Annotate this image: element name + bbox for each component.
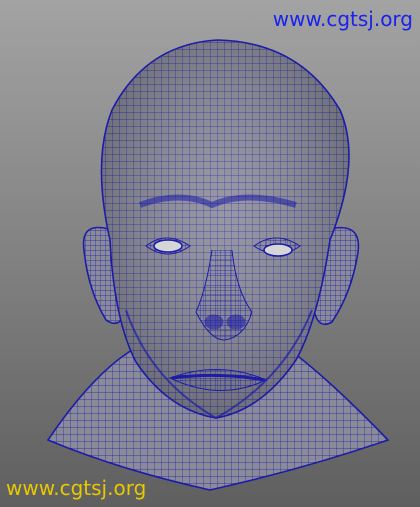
right-eye: [263, 243, 293, 257]
head-face: [100, 39, 350, 420]
head-mesh[interactable]: [0, 0, 420, 507]
watermark-bottom-left: www.cgtsj.org: [6, 476, 147, 500]
watermark-top-right: www.cgtsj.org: [272, 7, 413, 31]
left-eye: [153, 239, 183, 253]
maya-viewport[interactable]: www.cgtsj.org www.cgtsj.org: [0, 0, 420, 507]
